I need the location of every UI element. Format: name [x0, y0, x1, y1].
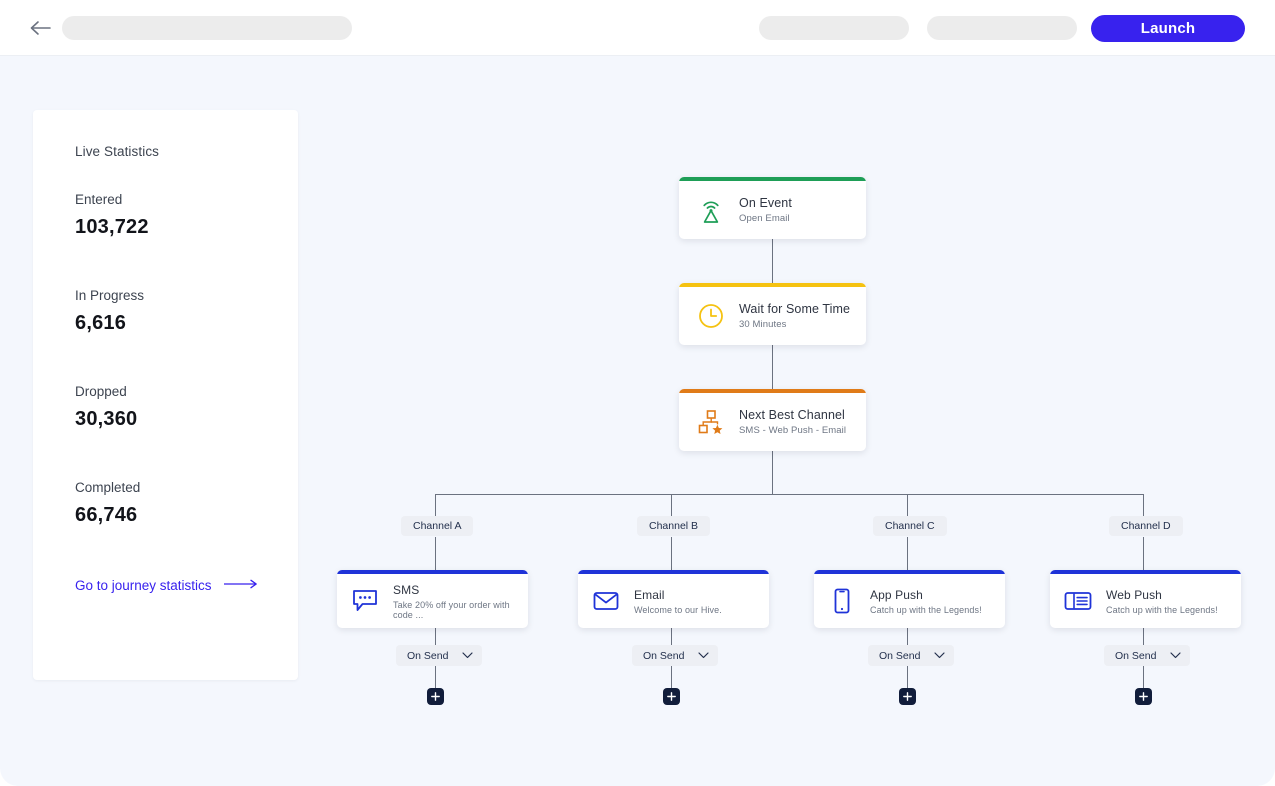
connector-pill-to-card-d — [1143, 537, 1144, 570]
trigger-dropdown-b[interactable]: On Send — [632, 645, 719, 666]
connector-fork-to-pill-b — [671, 494, 672, 516]
toolbar-placeholder-one[interactable] — [759, 16, 909, 40]
connector-trigger-to-add-a — [435, 666, 436, 688]
connector-channel-to-fork — [772, 451, 773, 494]
chevron-down-icon — [698, 652, 710, 659]
browser-window-icon — [1064, 587, 1092, 615]
connector-fork-to-pill-d — [1143, 494, 1144, 516]
node-web-push[interactable]: Web Push Catch up with the Legends! — [1050, 570, 1241, 628]
node-title: Next Best Channel — [739, 408, 845, 422]
arrow-right-icon — [223, 576, 258, 594]
connector-trigger-to-add-b — [671, 666, 672, 688]
node-email[interactable]: Email Welcome to our Hive. — [578, 570, 769, 628]
connector-pill-to-card-b — [671, 537, 672, 570]
add-step-button-c[interactable] — [899, 688, 916, 705]
plus-icon — [431, 692, 440, 701]
toolbar-placeholder-two[interactable] — [927, 16, 1077, 40]
node-subtitle: SMS - Web Push - Email — [739, 425, 847, 436]
connector-trigger-to-add-c — [907, 666, 908, 688]
clock-icon — [697, 302, 725, 330]
stat-value-completed: 66,746 — [75, 504, 138, 526]
plus-icon — [903, 692, 912, 701]
connector-pill-to-card-c — [907, 537, 908, 570]
channel-pill-b[interactable]: Channel B — [637, 516, 711, 536]
mobile-phone-icon — [828, 587, 856, 615]
plus-icon — [667, 692, 676, 701]
journey-builder-screen: Launch Live Statistics Entered 103,722 I… — [0, 0, 1275, 786]
stat-value-dropped: 30,360 — [75, 408, 138, 430]
live-statistics-panel: Live Statistics Entered 103,722 In Progr… — [33, 110, 298, 680]
add-step-button-a[interactable] — [427, 688, 444, 705]
launch-button[interactable]: Launch — [1091, 15, 1245, 42]
channel-pill-a[interactable]: Channel A — [401, 516, 474, 536]
back-button[interactable] — [26, 15, 54, 41]
panel-title: Live Statistics — [75, 144, 160, 159]
journey-statistics-label: Go to journey statistics — [75, 577, 212, 593]
connector-card-to-trigger-d — [1143, 628, 1144, 645]
node-title: Web Push — [1106, 587, 1162, 602]
node-subtitle: 30 Minutes — [739, 319, 787, 330]
chevron-down-icon — [462, 652, 474, 659]
connector-card-to-trigger-b — [671, 628, 672, 645]
add-step-button-b[interactable] — [663, 688, 680, 705]
add-step-button-d[interactable] — [1135, 688, 1152, 705]
node-title: App Push — [870, 587, 923, 602]
hierarchy-star-icon — [697, 408, 725, 436]
chevron-down-icon — [934, 652, 946, 659]
trigger-label: On Send — [879, 649, 921, 662]
node-subtitle: Catch up with the Legends! — [870, 604, 982, 615]
node-title: On Event — [739, 196, 792, 210]
chevron-down-icon — [1170, 652, 1182, 659]
journey-name-placeholder[interactable] — [62, 16, 352, 40]
trigger-dropdown-a[interactable]: On Send — [396, 645, 483, 666]
node-app-push[interactable]: App Push Catch up with the Legends! — [814, 570, 1005, 628]
node-on-event[interactable]: On Event Open Email — [679, 177, 866, 239]
arrow-left-icon — [29, 20, 51, 36]
connector-fork-bar — [435, 494, 1144, 495]
stat-value-entered: 103,722 — [75, 216, 149, 238]
top-bar: Launch — [0, 0, 1275, 56]
connector-card-to-trigger-a — [435, 628, 436, 645]
node-subtitle: Welcome to our Hive. — [634, 604, 722, 615]
trigger-label: On Send — [407, 649, 449, 662]
channel-pill-c[interactable]: Channel C — [873, 516, 947, 536]
broadcast-icon — [697, 196, 725, 224]
connector-wait-to-channel — [772, 345, 773, 389]
plus-icon — [1139, 692, 1148, 701]
connector-card-to-trigger-c — [907, 628, 908, 645]
trigger-label: On Send — [1115, 649, 1157, 662]
stat-value-in-progress: 6,616 — [75, 312, 127, 334]
connector-fork-to-pill-c — [907, 494, 908, 516]
node-title: Wait for Some Time — [739, 302, 851, 316]
trigger-dropdown-c[interactable]: On Send — [868, 645, 955, 666]
node-subtitle: Catch up with the Legends! — [1106, 604, 1218, 615]
stat-label-in-progress: In Progress — [75, 288, 145, 303]
channel-pill-d[interactable]: Channel D — [1109, 516, 1183, 536]
node-title: Email — [634, 587, 665, 602]
connector-pill-to-card-a — [435, 537, 436, 570]
node-wait-for-some-time[interactable]: Wait for Some Time 30 Minutes — [679, 283, 866, 345]
stat-label-dropped: Dropped — [75, 384, 127, 399]
connector-fork-to-pill-a — [435, 494, 436, 516]
node-title: SMS — [393, 582, 420, 597]
connector-trigger-to-add-d — [1143, 666, 1144, 688]
trigger-label: On Send — [643, 649, 685, 662]
stat-label-entered: Entered — [75, 192, 123, 207]
stat-label-completed: Completed — [75, 480, 141, 495]
envelope-icon — [592, 587, 620, 615]
node-next-best-channel[interactable]: Next Best Channel SMS - Web Push - Email — [679, 389, 866, 451]
connector-event-to-wait — [772, 239, 773, 283]
node-subtitle: Take 20% off your order with code ... — [393, 599, 510, 620]
go-to-journey-statistics-link[interactable]: Go to journey statistics — [75, 576, 258, 594]
node-subtitle: Open Email — [739, 213, 790, 224]
chat-bubble-icon — [351, 587, 379, 615]
node-sms[interactable]: SMS Take 20% off your order with code ..… — [337, 570, 528, 628]
journey-canvas[interactable]: Live Statistics Entered 103,722 In Progr… — [0, 56, 1275, 786]
trigger-dropdown-d[interactable]: On Send — [1104, 645, 1191, 666]
